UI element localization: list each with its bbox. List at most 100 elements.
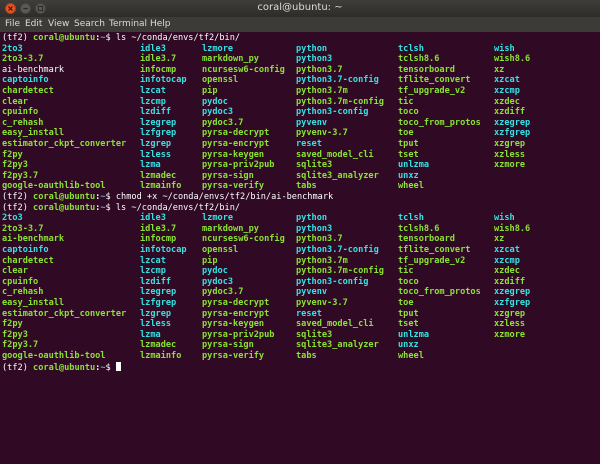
listing-row: cpuinfo lzdiff pydoc3 python3-config toco xzd… <box>2 277 598 288</box>
file-entry: captoinfo <box>2 245 49 255</box>
file-entry: idle3 <box>140 213 166 224</box>
listing-row: estimator_ckpt_converter lzgrep pyrsa-encr… <box>2 309 598 320</box>
prompt-line: (tf2) coral@ubuntu:~$ <box>2 361 598 373</box>
file-entry: xzless <box>494 149 526 160</box>
file-entry: markdown_py <box>202 54 259 65</box>
file-entry: xzmore <box>494 160 526 171</box>
listing-row: google-oauthlib-tool lzmainfo pyrsa-verify… <box>2 181 598 192</box>
file-entry: xz <box>494 234 505 245</box>
file-entry: lzless <box>140 319 172 330</box>
window-title: coral@ubuntu: ~ <box>257 2 343 13</box>
file-entry: xzcat <box>494 75 520 86</box>
file-entry: pyrsa-decrypt <box>202 128 270 139</box>
menu-bar: File Edit View Search Terminal Help <box>0 17 600 32</box>
prompt-env: (tf2) <box>2 362 34 373</box>
file-entry: f2py3.7 <box>2 340 39 351</box>
file-entry: pyrsa-priv2pub <box>202 160 275 171</box>
file-entry: tabs <box>296 351 317 361</box>
file-entry: pydoc3 <box>202 276 234 287</box>
file-entry: ncursesw6-config <box>202 234 285 245</box>
file-entry: clear <box>2 266 28 277</box>
listing-row: f2py3 lzma pyrsa-priv2pub sqlite3 unlzma xzmo… <box>2 330 598 341</box>
file-entry: wheel <box>398 351 424 361</box>
file-entry: lzgrep <box>140 139 172 149</box>
file-entry: pip <box>202 86 218 96</box>
listing-row: f2py lzless pyrsa-keygen saved_model_cli tse… <box>2 319 598 330</box>
menu-terminal[interactable]: Terminal <box>109 19 147 29</box>
file-entry: unlzma <box>398 160 430 171</box>
menu-view[interactable]: View <box>48 19 69 29</box>
file-entry: chardetect <box>2 255 54 266</box>
file-entry: xzcmp <box>494 86 520 96</box>
file-entry: python3.7-config <box>296 75 379 86</box>
listing-row: easy_install lzfgrep pyrsa-decrypt pyvenv-3… <box>2 298 598 309</box>
file-entry: reset <box>296 139 322 149</box>
file-entry: tic <box>398 266 414 277</box>
file-entry: sqlite3 <box>296 160 333 171</box>
file-entry: python <box>296 213 328 224</box>
file-entry: ncursesw6-config <box>202 64 285 75</box>
file-entry: tclsh8.6 <box>398 223 440 234</box>
file-entry: sqlite3_analyzer <box>296 340 379 351</box>
listing-row: c_rehash lzegrep pydoc3.7 pyvenv toco_from_p… <box>2 118 598 129</box>
file-entry: xzegrep <box>494 117 531 128</box>
file-entry: python3 <box>296 54 333 65</box>
file-entry: toco <box>398 276 419 287</box>
file-entry: pip <box>202 255 218 266</box>
file-entry: lzma <box>140 329 161 340</box>
listing-row: f2py3 lzma pyrsa-priv2pub sqlite3 unlzma xzmo… <box>2 160 598 171</box>
file-entry: google-oauthlib-tool <box>2 181 106 192</box>
menu-help[interactable]: Help <box>150 19 171 29</box>
file-entry: python3.7 <box>296 64 343 75</box>
file-entry: tput <box>398 308 419 319</box>
prompt-env: (tf2) <box>2 33 34 43</box>
listing-row: chardetect lzcat pip python3.7m tf_upgrade_v… <box>2 256 598 267</box>
command-text: ls ~/conda/envs/tf2/bin/ <box>115 33 241 43</box>
listing-row: ai-benchmark infocmp ncursesw6-config pytho… <box>2 234 598 245</box>
file-entry: python3.7m-config <box>296 96 384 107</box>
listing-row: 2to3-3.7 idle3.7 markdown_py python3 tclsh8.… <box>2 54 598 65</box>
prompt-symbol: $ <box>105 202 116 213</box>
scrollbar[interactable] <box>596 32 600 464</box>
file-entry: f2py3 <box>2 160 28 171</box>
file-entry: f2py <box>2 319 23 330</box>
file-entry: xzcmp <box>494 255 520 266</box>
file-entry: python3.7-config <box>296 245 379 255</box>
file-entry: pyrsa-sign <box>202 170 254 181</box>
file-entry: xzdec <box>494 266 520 277</box>
menu-edit[interactable]: Edit <box>25 19 42 29</box>
file-entry: ai-benchmark <box>2 234 65 245</box>
file-entry: tclsh8.6 <box>398 54 440 65</box>
file-entry: tset <box>398 149 419 160</box>
menu-file[interactable]: File <box>5 19 20 29</box>
listing-row: 2to3-3.7 idle3.7 markdown_py python3 tclsh8.… <box>2 224 598 235</box>
file-entry: pyrsa-keygen <box>202 319 265 330</box>
listing-row: captoinfo infotocap openssl python3.7-confi… <box>2 75 598 86</box>
file-entry: idle3 <box>140 43 166 54</box>
file-entry: tensorboard <box>398 64 455 75</box>
file-entry: lzdiff <box>140 107 172 118</box>
file-entry: lzfgrep <box>140 298 177 308</box>
terminal-output[interactable]: (tf2) coral@ubuntu:~$ ls ~/conda/envs/tf… <box>0 32 600 464</box>
prompt-line: (tf2) coral@ubuntu:~$ chmod +x ~/conda/e… <box>2 192 598 203</box>
file-entry: sqlite3_analyzer <box>296 170 379 181</box>
title-bar[interactable]: coral@ubuntu: ~ <box>0 0 600 17</box>
file-entry: lzgrep <box>140 308 172 319</box>
listing-row: 2to3 idle3 lzmore python tclsh wish <box>2 213 598 224</box>
file-entry: pydoc3.7 <box>202 287 244 298</box>
menu-search[interactable]: Search <box>74 19 105 29</box>
file-entry: wheel <box>398 181 424 192</box>
file-entry: easy_install <box>2 128 65 139</box>
listing-row: c_rehash lzegrep pydoc3.7 pyvenv toco_from_p… <box>2 287 598 298</box>
file-entry: python3 <box>296 223 333 234</box>
file-entry: estimator_ckpt_converter <box>2 308 127 319</box>
file-entry: lzmainfo <box>140 181 182 192</box>
file-entry: lzcat <box>140 255 166 266</box>
file-entry: xzfgrep <box>494 298 531 308</box>
file-entry: python3.7 <box>296 234 343 245</box>
file-entry: unxz <box>398 170 419 181</box>
file-entry: tf_upgrade_v2 <box>398 255 466 266</box>
file-entry: clear <box>2 96 28 107</box>
file-entry: tset <box>398 319 419 330</box>
file-entry: toco_from_protos <box>398 117 481 128</box>
